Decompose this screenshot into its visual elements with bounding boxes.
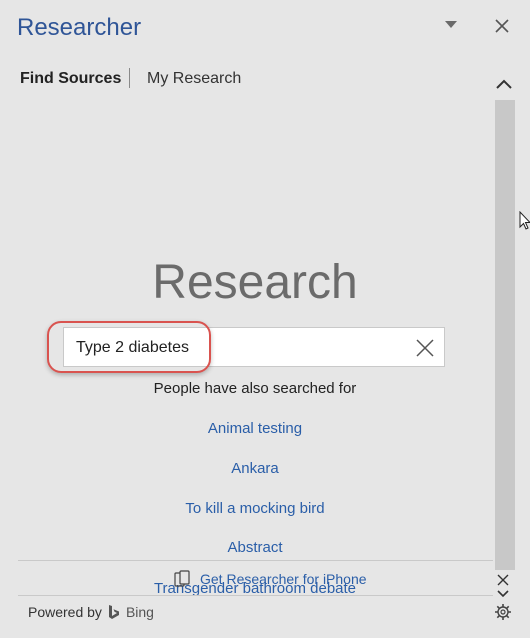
tab-my-research[interactable]: My Research — [147, 70, 241, 88]
suggestion-link[interactable]: Ankara — [0, 460, 510, 477]
gear-icon — [495, 604, 511, 620]
settings-button[interactable] — [491, 600, 515, 624]
triangle-down-icon — [445, 21, 457, 28]
close-icon — [416, 339, 434, 357]
also-searched-label: People have also searched for — [153, 380, 357, 397]
get-researcher-app-link[interactable]: Get Researcher for iPhone — [174, 570, 367, 588]
close-pane-button[interactable] — [490, 14, 514, 38]
tab-find-sources[interactable]: Find Sources — [20, 70, 121, 88]
pane-options-button[interactable] — [440, 14, 462, 36]
suggestion-link[interactable]: To kill a mocking bird — [0, 500, 510, 517]
search-input[interactable] — [76, 336, 396, 360]
research-heading: Research — [152, 256, 358, 309]
chevron-up-icon — [496, 79, 512, 89]
clear-search-button[interactable] — [414, 337, 436, 359]
bing-logo-icon — [108, 605, 119, 619]
search-box — [63, 327, 445, 367]
footer-divider — [18, 560, 493, 561]
chevron-down-icon — [497, 590, 509, 598]
phone-icon — [174, 570, 190, 587]
get-app-label: Get Researcher for iPhone — [200, 571, 367, 587]
footer-separator — [18, 595, 493, 596]
suggestion-link[interactable]: Abstract — [0, 539, 510, 556]
powered-by-label: Powered by — [28, 604, 102, 620]
mouse-cursor-icon — [519, 211, 530, 230]
powered-by-bing: Powered by Bing — [28, 604, 154, 620]
close-icon — [497, 574, 509, 586]
collapse-footer-button[interactable] — [493, 588, 513, 600]
pane-title: Researcher — [17, 14, 142, 41]
scroll-up-button[interactable] — [493, 70, 515, 98]
dismiss-promo-button[interactable] — [493, 570, 513, 590]
suggestion-link[interactable]: Animal testing — [0, 420, 510, 437]
tab-divider — [129, 68, 130, 88]
close-icon — [495, 19, 509, 33]
bing-label: Bing — [125, 604, 154, 620]
